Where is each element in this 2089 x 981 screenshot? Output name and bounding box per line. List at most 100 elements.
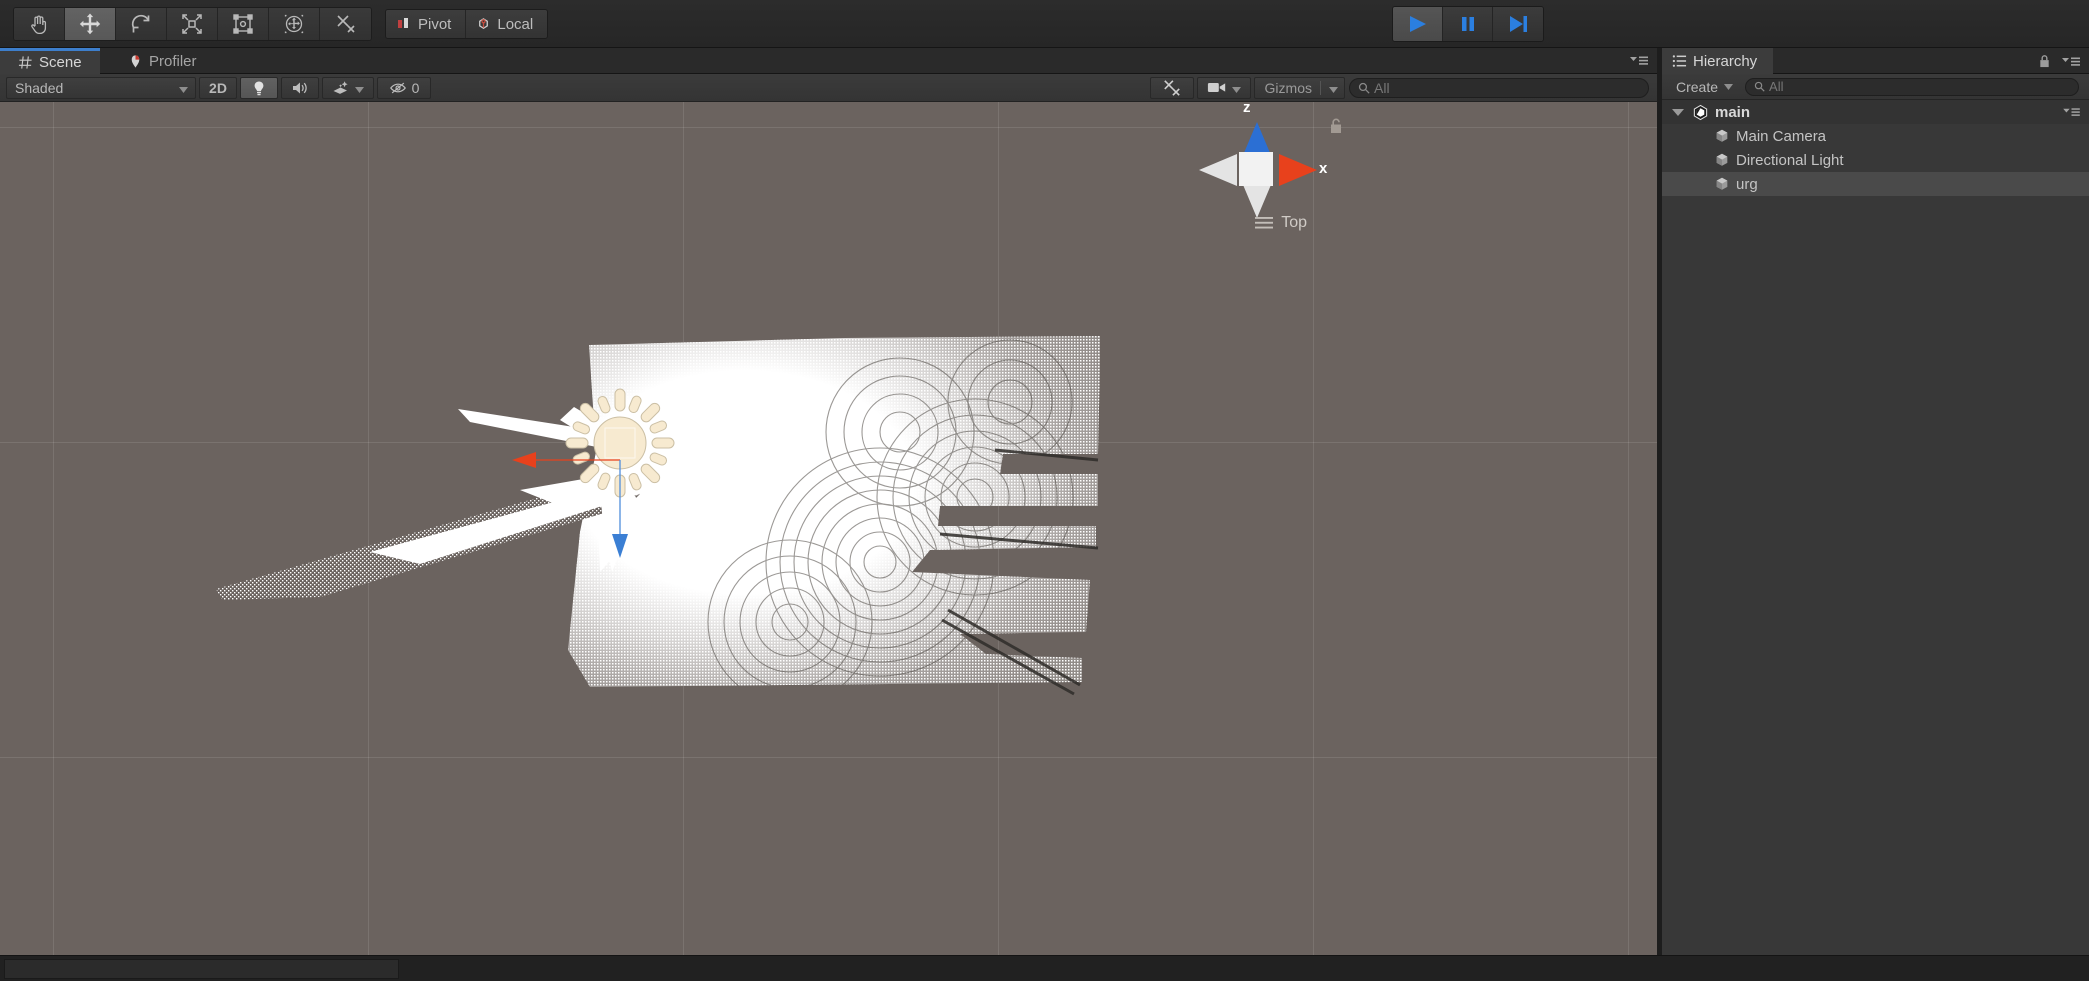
hierarchy-panel: Create All main Main Camera Directional … <box>1662 74 2089 981</box>
create-dropdown-button[interactable]: Create <box>1668 77 1739 97</box>
hierarchy-row-main-camera[interactable]: Main Camera <box>1662 124 2089 148</box>
transform-tools-group <box>13 7 372 41</box>
camera-icon <box>1207 82 1225 93</box>
tab-hierarchy[interactable]: Hierarchy <box>1662 48 1774 74</box>
playback-controls-group <box>1392 6 1544 42</box>
gameobject-icon <box>1716 129 1728 142</box>
pivot-rotation-label: Local <box>497 15 534 33</box>
pivot-icon <box>398 18 408 28</box>
unity-scene-icon <box>1693 104 1708 120</box>
y-axis-arrow <box>612 534 628 558</box>
play-button[interactable] <box>1393 7 1443 41</box>
status-bar-message[interactable] <box>4 959 399 979</box>
custom-tool-button[interactable] <box>320 8 371 40</box>
hierarchy-search-input[interactable]: All <box>1745 77 2079 96</box>
grid-icon <box>18 56 32 69</box>
hierarchy-row-label: main <box>1715 103 1751 121</box>
gizmos-divider <box>1320 80 1321 95</box>
scene-view-orientation-label[interactable]: Top <box>1255 214 1307 232</box>
tab-scene[interactable]: Scene <box>0 48 100 74</box>
rotate-tool-button[interactable] <box>116 8 167 40</box>
list-icon <box>1255 217 1274 229</box>
speaker-icon <box>293 82 307 93</box>
search-icon <box>1358 82 1370 94</box>
gizmos-label: Gizmos <box>1264 79 1312 96</box>
component-tools-button[interactable] <box>1149 76 1194 99</box>
search-icon <box>1754 81 1765 92</box>
tab-profiler-label: Profiler <box>149 52 197 70</box>
scene-view-lock-icon[interactable] <box>1328 117 1344 140</box>
lightbulb-icon <box>254 81 264 95</box>
hierarchy-row-label: urg <box>1736 175 1758 193</box>
camera-caret-icon[interactable] <box>1231 80 1241 96</box>
eye-slash-icon <box>389 82 406 93</box>
hand-tool-button[interactable] <box>14 8 65 40</box>
hierarchy-row-urg[interactable]: urg <box>1662 172 2089 196</box>
scale-tool-button[interactable] <box>167 8 218 40</box>
move-tool-handles[interactable] <box>500 382 700 592</box>
hidden-objects-button[interactable]: 0 <box>377 76 431 99</box>
effects-caret-icon[interactable] <box>355 80 364 96</box>
scene-viewport[interactable]: z x Top <box>0 102 1657 981</box>
point-cloud-urg <box>0 102 1657 981</box>
rect-tool-button[interactable] <box>218 8 269 40</box>
hierarchy-row-menu-icon[interactable] <box>2062 105 2081 122</box>
transform-tool-button[interactable] <box>269 8 320 40</box>
effects-toggle-button[interactable] <box>322 76 374 99</box>
gizmos-dropdown[interactable]: Gizmos <box>1253 76 1345 99</box>
gizmo-x-label: x <box>1319 160 1328 177</box>
profiler-icon <box>131 54 140 68</box>
mode-2d-button[interactable]: 2D <box>199 76 237 99</box>
tools-icon <box>1163 79 1180 96</box>
expand-triangle-icon[interactable] <box>1672 108 1684 116</box>
scene-tabbar-menu-button[interactable] <box>1629 54 1649 72</box>
gizmo-x-cone <box>1279 154 1317 186</box>
hierarchy-row-main[interactable]: main <box>1662 100 2089 124</box>
scene-orientation-gizmo[interactable]: z x <box>1177 102 1337 262</box>
draw-mode-label: Shaded <box>15 79 64 96</box>
scene-camera-button[interactable] <box>1196 76 1251 99</box>
hierarchy-title: Hierarchy <box>1693 52 1758 70</box>
hidden-objects-count: 0 <box>411 79 420 96</box>
mode-2d-label: 2D <box>209 79 227 96</box>
chevron-down-icon <box>1724 83 1734 90</box>
draw-mode-dropdown[interactable]: Shaded <box>6 76 196 99</box>
hierarchy-toolbar: Create All <box>1662 74 2089 100</box>
pivot-mode-label: Pivot <box>418 15 452 33</box>
gizmo-center-cube <box>1239 152 1273 186</box>
pause-icon <box>1461 17 1474 31</box>
effects-icon <box>333 80 348 94</box>
pivot-mode-button[interactable]: Pivot <box>386 10 467 38</box>
hierarchy-lock-button[interactable] <box>2038 54 2051 74</box>
lighting-toggle-button[interactable] <box>240 76 278 99</box>
unity-editor-window: Pivot Local Scene Profiler Shaded 2D 0 G… <box>0 0 2089 981</box>
create-label: Create <box>1676 78 1719 95</box>
gizmo-negx-cone <box>1199 154 1237 186</box>
hierarchy-menu-button[interactable] <box>2061 55 2081 73</box>
status-bar <box>0 955 2089 981</box>
tab-scene-label: Scene <box>39 54 82 71</box>
move-tool-button[interactable] <box>65 8 116 40</box>
gameobject-icon <box>1716 153 1728 166</box>
scene-search-input[interactable]: All <box>1349 77 1649 98</box>
scene-view-toolbar: Shaded 2D 0 Gizmos All <box>0 74 1657 102</box>
pivot-rotation-button[interactable]: Local <box>466 10 548 38</box>
scene-tabbar: Scene Profiler <box>0 48 1657 74</box>
tab-profiler[interactable]: Profiler <box>110 48 215 74</box>
hierarchy-search-placeholder: All <box>1769 79 1784 94</box>
hierarchy-icon <box>1672 55 1687 67</box>
audio-toggle-button[interactable] <box>281 76 319 99</box>
scene-search-placeholder: All <box>1374 79 1390 96</box>
gizmos-caret-icon[interactable] <box>1329 80 1338 96</box>
chevron-down-icon <box>179 80 188 96</box>
hierarchy-row-directional-light[interactable]: Directional Light <box>1662 148 2089 172</box>
hierarchy-row-label: Main Camera <box>1736 127 1827 145</box>
hierarchy-tabbar: Hierarchy <box>1662 48 2089 74</box>
local-axis-icon <box>479 17 489 29</box>
step-icon <box>1510 16 1527 32</box>
pause-button[interactable] <box>1443 7 1493 41</box>
pivot-controls-group: Pivot Local <box>385 9 549 39</box>
gameobject-icon <box>1716 177 1728 190</box>
step-button[interactable] <box>1493 7 1543 41</box>
main-toolbar: Pivot Local <box>0 0 2089 48</box>
